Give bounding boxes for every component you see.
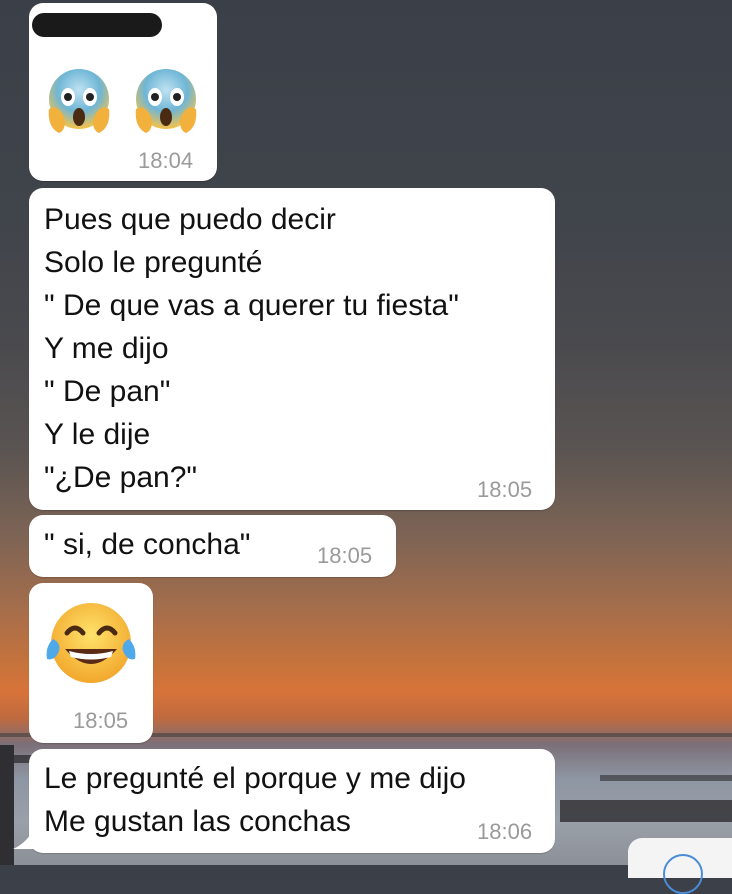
face-screaming-in-fear-icon (135, 69, 197, 133)
message-bubble-3[interactable]: " si, de concha" 18:05 (29, 515, 396, 577)
message-text: Pues que puedo decir Solo le pregunté " … (44, 203, 459, 494)
sender-name-redacted (32, 13, 162, 37)
message-bubble-2[interactable]: Pues que puedo decir Solo le pregunté " … (29, 188, 555, 510)
message-timestamp: 18:05 (73, 708, 129, 733)
face-screaming-in-fear-icon (48, 69, 110, 133)
message-bubble-4[interactable]: 18:05 (29, 583, 153, 743)
scroll-to-bottom-button[interactable] (628, 838, 732, 894)
message-timestamp: 18:05 (477, 477, 533, 502)
message-timestamp: 18:06 (477, 819, 533, 844)
message-timestamp: 18:04 (138, 148, 194, 173)
message-text: " si, de concha" (44, 528, 251, 561)
message-timestamp: 18:05 (317, 543, 373, 568)
chevron-down-icon (663, 854, 703, 894)
message-bubble-5[interactable]: Le pregunté el porque y me dijo Me gusta… (13, 749, 555, 853)
message-bubble-1[interactable]: 18:04 (29, 3, 217, 181)
face-with-tears-of-joy-icon (46, 603, 136, 683)
message-text: Le pregunté el porque y me dijo Me gusta… (44, 762, 466, 838)
bubble-tail (13, 827, 35, 849)
